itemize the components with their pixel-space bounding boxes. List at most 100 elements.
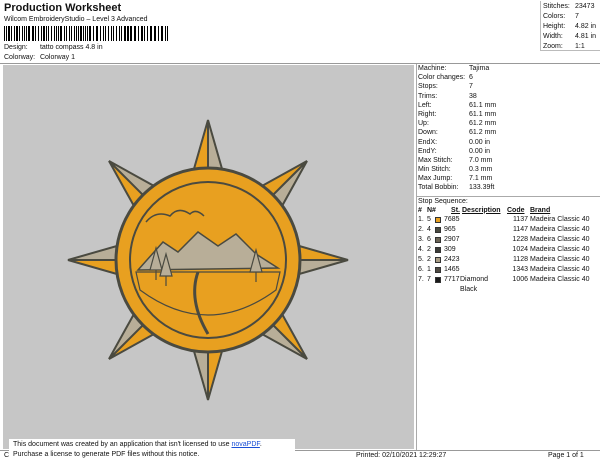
- design-preview: [3, 65, 414, 449]
- notice-line-2: Purchase a license to generate PDF files…: [13, 451, 200, 458]
- colorway-row: Colorway: Colorway 1: [4, 54, 75, 61]
- trims-row: Trims: 38: [418, 92, 477, 100]
- max-stitch-row: Max Stitch: 7.0 mm: [418, 156, 493, 164]
- stitch-count: 2423: [444, 255, 460, 263]
- design-value: tatto compass 4.8 in: [39, 44, 103, 51]
- left-row: Left: 61.1 mm: [418, 101, 497, 109]
- thread-brand: Madeira Classic 40: [530, 255, 590, 263]
- stop-index: 5.: [418, 255, 424, 263]
- col-needle: N#: [427, 206, 436, 214]
- needle-number: 5: [427, 215, 431, 223]
- color-swatch: [435, 235, 444, 245]
- barcode: [4, 26, 168, 41]
- color-changes-row: Color changes: 6: [418, 74, 473, 82]
- stop-sequence-title: Stop Sequence:: [417, 195, 600, 206]
- colorway-label: Colorway:: [4, 54, 36, 61]
- thread-code: 1343: [512, 265, 528, 273]
- thread-description: [460, 245, 507, 255]
- stop-row: 4. 2 309 1024 Madeira Classic 40: [417, 245, 600, 255]
- thread-brand: Madeira Classic 40: [530, 275, 590, 283]
- thread-code: 1024: [512, 245, 528, 253]
- design-label: Design:: [4, 44, 28, 51]
- worksheet-title: Production Worksheet: [4, 2, 122, 14]
- col-description: Description: [462, 206, 501, 214]
- stop-row: 2. 4 965 1147 Madeira Classic 40: [417, 225, 600, 235]
- printed-date: Printed: 02/10/2021 12:29:27: [356, 452, 447, 459]
- machine-panel: Machine: Tajima Color changes: 6 Stops: 7 T…: [416, 64, 600, 450]
- stop-sequence-header: # N# St. Description Code Brand: [417, 206, 600, 215]
- needle-number: 2: [427, 255, 431, 263]
- min-stitch-row: Min Stitch: 0.3 mm: [418, 166, 493, 174]
- stop-index: 1.: [418, 215, 424, 223]
- thread-description: [460, 225, 507, 235]
- stat-colors: Colors: 7: [543, 13, 579, 20]
- needle-number: 7: [427, 275, 431, 283]
- right-row: Right: 61.1 mm: [418, 110, 497, 118]
- stop-row: 5. 2 2423 1128 Madeira Classic 40: [417, 255, 600, 265]
- thread-description: [460, 215, 507, 225]
- compass-design: [67, 119, 349, 401]
- needle-number: 6: [427, 235, 431, 243]
- thread-code: 1006: [512, 275, 528, 283]
- stat-stitches: Stitches: 23473: [543, 3, 595, 10]
- color-swatch: [435, 265, 444, 275]
- thread-code: 1137: [512, 215, 528, 223]
- color-swatch: [435, 275, 444, 285]
- thread-brand: Madeira Classic 40: [530, 215, 590, 223]
- stop-index: 7.: [418, 275, 424, 283]
- stop-row: 3. 6 2907 1228 Madeira Classic 40: [417, 235, 600, 245]
- page-number: Page 1 of 1: [548, 452, 584, 459]
- stop-index: 6.: [418, 265, 424, 273]
- stop-index: 3.: [418, 235, 424, 243]
- stat-zoom: Zoom: 1:1: [543, 43, 585, 50]
- thread-code: 1147: [512, 225, 528, 233]
- col-swatch: [435, 206, 444, 215]
- endy-row: EndY: 0.00 in: [418, 147, 491, 155]
- thread-description: [460, 265, 507, 275]
- design-row: Design: tatto compass 4.8 in: [4, 44, 103, 51]
- needle-number: 2: [427, 245, 431, 253]
- thread-brand: Madeira Classic 40: [530, 265, 590, 273]
- stop-row: 6. 1 1465 1343 Madeira Classic 40: [417, 265, 600, 275]
- col-code: Code: [507, 206, 525, 214]
- col-brand: Brand: [530, 206, 551, 214]
- color-swatch: [435, 215, 444, 225]
- total-bobbin-row: Total Bobbin: 133.39ft: [418, 184, 495, 192]
- notice-line-1: This document was created by an applicat…: [13, 441, 262, 448]
- thread-brand: Madeira Classic 40: [530, 225, 590, 233]
- stats-box: Stitches: 23473 Colors: 7 Height: 4.82 in W…: [540, 1, 600, 51]
- stat-width: Width: 4.81 in: [543, 33, 597, 40]
- stitch-count: 965: [444, 225, 456, 233]
- color-swatch: [435, 255, 444, 265]
- thread-brand: Madeira Classic 40: [530, 245, 590, 253]
- thread-description: Diamond Black: [460, 275, 489, 293]
- stop-sequence-list: 1. 5 7685 1137 Madeira Classic 40 2. 4 965 1147 M…: [417, 215, 600, 293]
- thread-description: [460, 255, 507, 265]
- max-jump-row: Max Jump: 7.1 mm: [418, 175, 493, 183]
- color-swatch: [435, 245, 444, 255]
- stitch-count: 2907: [444, 235, 460, 243]
- thread-code: 1128: [512, 255, 528, 263]
- stitch-count: 7685: [444, 215, 460, 223]
- colorway-value: Colorway 1: [39, 54, 75, 61]
- software-name: Wilcom EmbroideryStudio – Level 3 Advanc…: [4, 16, 148, 23]
- col-index: #: [418, 206, 422, 214]
- thread-brand: Madeira Classic 40: [530, 235, 590, 243]
- pdf-license-notice: This document was created by an applicat…: [9, 439, 295, 461]
- color-swatch: [435, 225, 444, 235]
- thread-description: [460, 235, 507, 245]
- needle-number: 4: [427, 225, 431, 233]
- up-row: Up: 61.2 mm: [418, 120, 497, 128]
- endx-row: EndX: 0.00 in: [418, 138, 491, 146]
- needle-number: 1: [427, 265, 431, 273]
- down-row: Down: 61.2 mm: [418, 129, 497, 137]
- machine-row: Machine: Tajima: [418, 65, 490, 72]
- stop-row: 1. 5 7685 1137 Madeira Classic 40: [417, 215, 600, 225]
- novapdf-link[interactable]: novaPDF: [231, 441, 259, 448]
- stitch-count: 1465: [444, 265, 460, 273]
- stitch-count: 309: [444, 245, 456, 253]
- stitch-count: 7717: [444, 275, 460, 283]
- stop-index: 4.: [418, 245, 424, 253]
- stop-index: 2.: [418, 225, 424, 233]
- stops-row: Stops: 7: [418, 83, 473, 91]
